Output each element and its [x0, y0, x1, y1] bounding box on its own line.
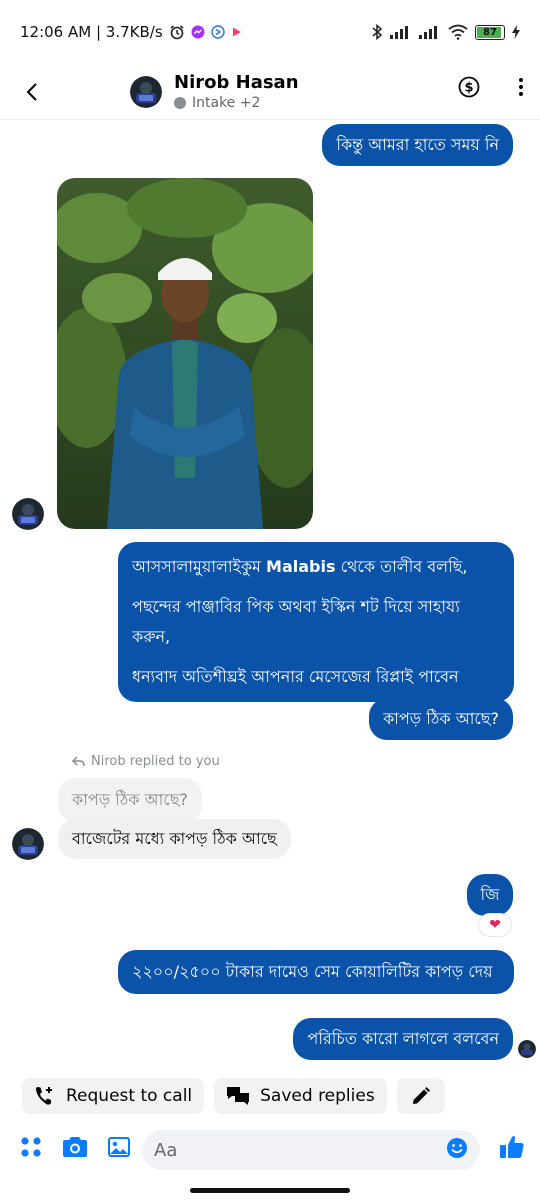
signal-icon-2 [419, 25, 441, 39]
emoji-button[interactable] [446, 1137, 468, 1163]
charging-icon [512, 25, 520, 39]
svg-text:$: $ [464, 81, 473, 96]
contact-name: Nirob Hasan [174, 72, 299, 93]
wifi-icon [448, 24, 468, 40]
gallery-icon [108, 1137, 130, 1157]
contact-info[interactable]: Nirob Hasan Intake +2 [130, 72, 299, 111]
battery-indicator: 87 [475, 24, 505, 40]
home-indicator [190, 1188, 350, 1193]
phone-plus-icon [36, 1087, 52, 1105]
dollar-icon: $ [458, 76, 480, 98]
message-outgoing[interactable]: ২২০০/২৫০০ টাকার দামেও সেম কোয়ালিটির কাপ… [118, 950, 514, 994]
play-icon [231, 26, 243, 38]
edit-button[interactable] [396, 1078, 445, 1114]
saved-replies-button[interactable]: Saved replies [214, 1078, 387, 1114]
message-outgoing[interactable]: কাপড় ঠিক আছে? [369, 698, 513, 740]
status-dot [174, 97, 186, 109]
message-input-container[interactable] [142, 1130, 480, 1170]
composer [0, 1122, 540, 1178]
back-arrow-icon [26, 82, 37, 101]
message-incoming[interactable]: বাজেটের মধ্যে কাপড় ঠিক আছে [58, 819, 291, 859]
signal-icon [390, 25, 412, 39]
reply-indicator: Nirob replied to you [72, 754, 220, 769]
payment-button[interactable]: $ [458, 76, 480, 102]
gallery-button[interactable] [107, 1136, 131, 1162]
conversation-header: Nirob Hasan Intake +2 $ [0, 64, 540, 120]
contact-status: Intake +2 [192, 95, 261, 111]
camera-icon [63, 1137, 87, 1157]
request-call-button[interactable]: Request to call [22, 1078, 205, 1114]
sync-icon [210, 25, 225, 39]
camera-button[interactable] [62, 1136, 88, 1162]
menu-dots-icon [21, 1137, 41, 1157]
messenger-icon [191, 25, 205, 39]
message-input[interactable] [154, 1139, 446, 1161]
chat-bubbles-icon [227, 1087, 250, 1105]
message-outgoing-welcome[interactable]: আসসালামুয়ালাইকুম Malabis থেকে তালীব বলছ… [118, 542, 514, 702]
message-outgoing[interactable]: কিন্তু আমরা হাতে সময় নি [322, 124, 513, 166]
photo-attachment[interactable] [57, 178, 313, 529]
status-bar: 12:06 AM | 3.7KB/s 87 [0, 0, 540, 64]
like-button[interactable] [499, 1134, 525, 1164]
reply-icon [72, 756, 85, 767]
alarm-icon [169, 24, 185, 40]
thumbs-up-icon [500, 1136, 524, 1158]
more-options-button[interactable] [518, 77, 524, 101]
menu-dots-button[interactable] [20, 1136, 42, 1162]
status-time: 12:06 AM | 3.7KB/s [20, 23, 163, 41]
heart-icon: ❤ [489, 917, 501, 933]
message-list[interactable]: কিন্তু আমরা হাতে সময় নি আসসালামুয়ালাইক… [0, 120, 540, 1070]
quick-actions: Request to call Saved replies [22, 1078, 445, 1114]
message-outgoing[interactable]: পরিচিত কারো লাগলে বলবেন [293, 1018, 513, 1060]
read-receipt-avatar [518, 1040, 536, 1058]
contact-subtitle: Intake +2 [174, 95, 299, 111]
avatar [130, 75, 162, 108]
bluetooth-icon [371, 24, 383, 40]
quoted-message[interactable]: কাপড় ঠিক আছে? [58, 778, 202, 823]
back-button[interactable] [0, 64, 64, 120]
more-vertical-icon [519, 78, 523, 96]
message-outgoing[interactable]: জি [467, 874, 513, 916]
sender-avatar[interactable] [12, 498, 44, 530]
sender-avatar[interactable] [12, 828, 44, 860]
reaction-badge[interactable]: ❤ [478, 913, 512, 937]
emoji-icon [447, 1138, 467, 1158]
pencil-icon [412, 1087, 430, 1104]
